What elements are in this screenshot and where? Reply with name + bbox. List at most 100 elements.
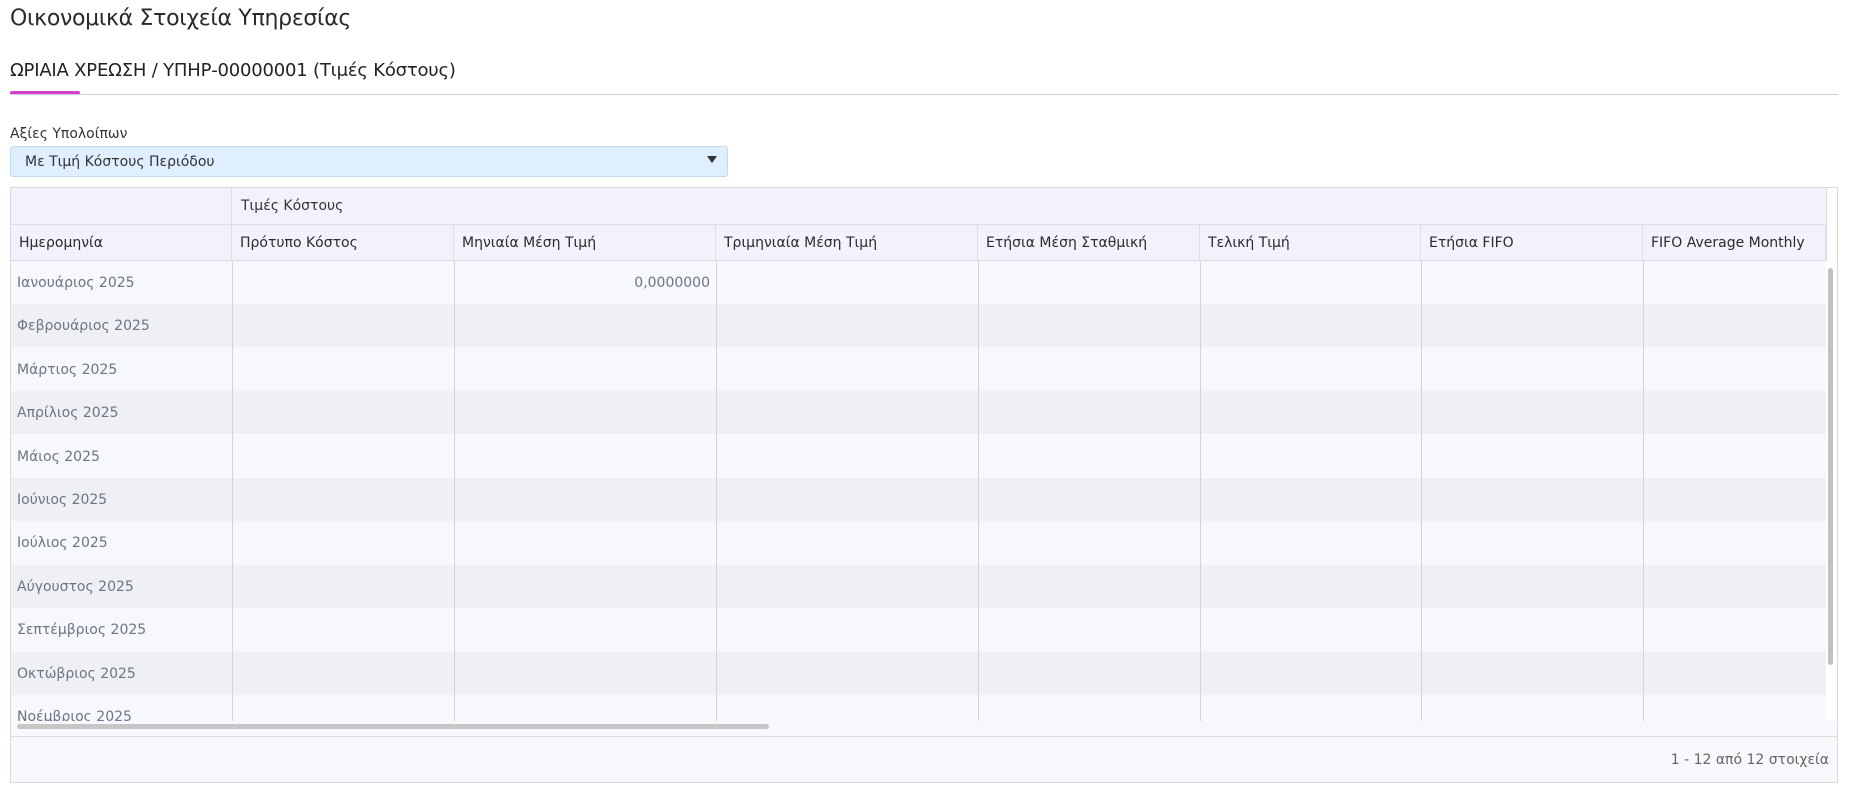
col-header-final-price[interactable]: Τελική Τιμή xyxy=(1200,225,1421,261)
col-header-yearly-fifo[interactable]: Ετήσια FIFO xyxy=(1421,225,1643,261)
cell-quarterly-avg xyxy=(716,391,978,434)
table-row[interactable]: Μάρτιος 2025 xyxy=(11,348,1826,391)
cell-quarterly-avg xyxy=(716,565,978,608)
cell-fifo-avg-monthly xyxy=(1643,478,1826,521)
cell-monthly-avg xyxy=(454,565,716,608)
cell-standard-cost xyxy=(232,565,454,608)
cell-final-price xyxy=(1200,348,1421,391)
cell-final-price xyxy=(1200,391,1421,434)
table-row[interactable]: Ιούλιος 2025 xyxy=(11,521,1826,564)
cell-yearly-weighted xyxy=(978,478,1200,521)
cell-monthly-avg: 0,0000000 xyxy=(634,274,710,291)
cell-yearly-fifo xyxy=(1421,435,1643,478)
cell-standard-cost xyxy=(232,348,454,391)
cell-standard-cost xyxy=(232,652,454,695)
cell-standard-cost xyxy=(232,521,454,564)
cell-final-price xyxy=(1200,478,1421,521)
horizontal-scrollbar-thumb[interactable] xyxy=(17,724,769,729)
cell-yearly-weighted xyxy=(978,391,1200,434)
table-row[interactable]: Ιανουάριος 2025 0,0000000 xyxy=(11,261,1826,304)
cell-yearly-weighted xyxy=(978,652,1200,695)
caret-down-icon xyxy=(707,156,717,163)
cell-date: Φεβρουάριος 2025 xyxy=(17,317,150,334)
cell-standard-cost xyxy=(232,695,454,721)
col-header-standard-cost[interactable]: Πρότυπο Κόστος xyxy=(232,225,454,261)
cell-quarterly-avg xyxy=(716,608,978,651)
cell-yearly-weighted xyxy=(978,304,1200,347)
cell-date: Μάιος 2025 xyxy=(17,448,100,465)
cell-monthly-avg xyxy=(454,304,716,347)
cell-yearly-fifo xyxy=(1421,565,1643,608)
cell-yearly-weighted xyxy=(978,521,1200,564)
cell-fifo-avg-monthly xyxy=(1643,521,1826,564)
cell-yearly-fifo xyxy=(1421,348,1643,391)
cell-yearly-weighted xyxy=(978,565,1200,608)
table-row[interactable]: Νοέμβριος 2025 xyxy=(11,695,1826,721)
cell-monthly-avg xyxy=(454,391,716,434)
col-header-quarterly-avg[interactable]: Τριμηνιαία Μέση Τιμή xyxy=(716,225,978,261)
cell-final-price xyxy=(1200,521,1421,564)
cell-fifo-avg-monthly xyxy=(1643,695,1826,721)
cell-date: Οκτώβριος 2025 xyxy=(17,665,136,682)
cell-quarterly-avg xyxy=(716,652,978,695)
cell-fifo-avg-monthly xyxy=(1643,652,1826,695)
cell-date: Ιούνιος 2025 xyxy=(17,491,108,508)
group-header-cost-prices: Τιμές Κόστους xyxy=(241,198,344,214)
cell-quarterly-avg xyxy=(716,304,978,347)
cell-standard-cost xyxy=(232,391,454,434)
table-row[interactable]: Απρίλιος 2025 xyxy=(11,391,1826,434)
cell-quarterly-avg xyxy=(716,478,978,521)
col-header-fifo-avg-monthly[interactable]: FIFO Average Monthly xyxy=(1643,225,1826,261)
cell-yearly-weighted xyxy=(978,695,1200,721)
cell-yearly-fifo xyxy=(1421,695,1643,721)
cell-yearly-weighted xyxy=(978,348,1200,391)
cell-date: Απρίλιος 2025 xyxy=(17,404,119,421)
cell-date: Ιανουάριος 2025 xyxy=(17,274,135,291)
cell-standard-cost xyxy=(232,304,454,347)
cell-monthly-avg xyxy=(454,521,716,564)
cell-final-price xyxy=(1200,695,1421,721)
cell-final-price xyxy=(1200,608,1421,651)
cell-yearly-fifo xyxy=(1421,478,1643,521)
col-header-yearly-weighted[interactable]: Ετήσια Μέση Σταθμική xyxy=(978,225,1200,261)
cell-yearly-fifo xyxy=(1421,261,1643,304)
balance-values-selected: Με Τιμή Κόστους Περιόδου xyxy=(25,153,215,170)
table-row[interactable]: Αύγουστος 2025 xyxy=(11,565,1826,608)
cell-yearly-fifo xyxy=(1421,391,1643,434)
cell-fifo-avg-monthly xyxy=(1643,348,1826,391)
table-row[interactable]: Φεβρουάριος 2025 xyxy=(11,304,1826,347)
cell-fifo-avg-monthly xyxy=(1643,565,1826,608)
cell-quarterly-avg xyxy=(716,435,978,478)
cell-standard-cost xyxy=(232,478,454,521)
cell-yearly-fifo xyxy=(1421,608,1643,651)
cell-quarterly-avg xyxy=(716,521,978,564)
table-row[interactable]: Οκτώβριος 2025 xyxy=(11,652,1826,695)
table-row[interactable]: Μάιος 2025 xyxy=(11,435,1826,478)
balance-values-label: Αξίες Υπολοίπων xyxy=(10,126,128,142)
cell-yearly-weighted xyxy=(978,435,1200,478)
cell-date: Ιούλιος 2025 xyxy=(17,534,108,551)
cell-quarterly-avg xyxy=(716,695,978,721)
cell-yearly-fifo xyxy=(1421,652,1643,695)
cost-prices-grid: Τιμές Κόστους Ημερομηνία Πρότυπο Κόστος … xyxy=(10,187,1838,783)
cell-date: Σεπτέμβριος 2025 xyxy=(17,621,147,638)
cell-fifo-avg-monthly xyxy=(1643,391,1826,434)
vertical-scrollbar-thumb[interactable] xyxy=(1828,268,1833,665)
cell-final-price xyxy=(1200,304,1421,347)
cell-standard-cost xyxy=(232,435,454,478)
balance-values-select[interactable]: Με Τιμή Κόστους Περιόδου xyxy=(10,146,728,177)
table-row[interactable]: Σεπτέμβριος 2025 xyxy=(11,608,1826,651)
cell-yearly-fifo xyxy=(1421,521,1643,564)
cell-final-price xyxy=(1200,652,1421,695)
cell-fifo-avg-monthly xyxy=(1643,608,1826,651)
cell-fifo-avg-monthly xyxy=(1643,304,1826,347)
cell-date: Νοέμβριος 2025 xyxy=(17,708,132,722)
cell-final-price xyxy=(1200,565,1421,608)
col-header-date[interactable]: Ημερομηνία xyxy=(11,225,232,261)
table-row[interactable]: Ιούνιος 2025 xyxy=(11,478,1826,521)
grid-pager: 1 - 12 από 12 στοιχεία xyxy=(11,736,1837,782)
grid-column-headers: Ημερομηνία Πρότυπο Κόστος Μηνιαία Μέση Τ… xyxy=(11,225,1826,261)
cell-monthly-avg xyxy=(454,435,716,478)
col-header-monthly-avg[interactable]: Μηνιαία Μέση Τιμή xyxy=(454,225,716,261)
cell-monthly-avg xyxy=(454,695,716,721)
